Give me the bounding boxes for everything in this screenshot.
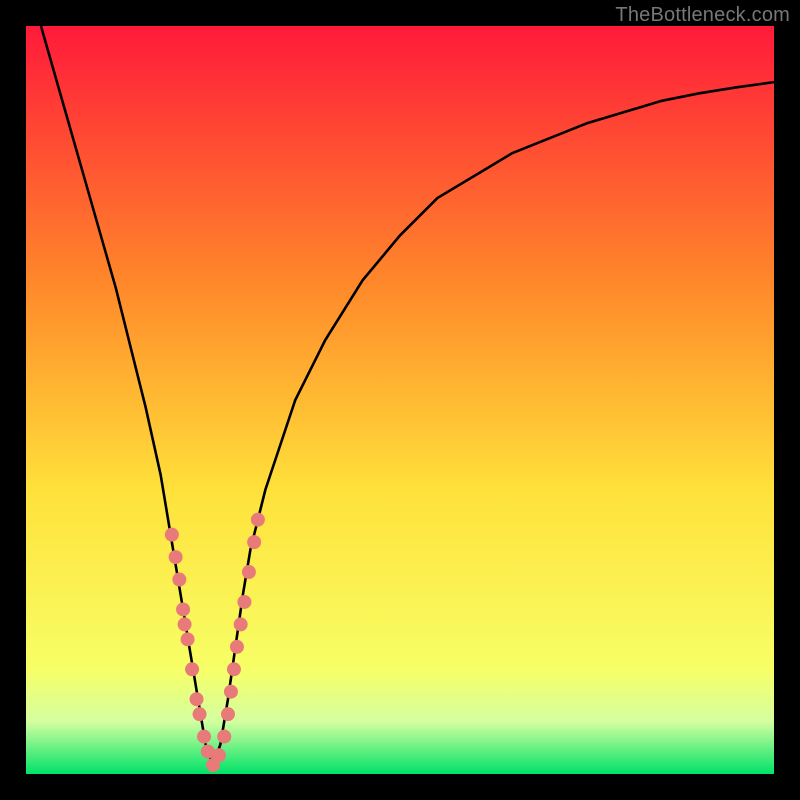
data-marker [185,662,199,676]
data-marker [190,692,204,706]
data-marker [242,565,256,579]
data-marker [165,528,179,542]
data-marker [193,707,207,721]
data-marker [224,685,238,699]
data-marker [181,632,195,646]
data-marker [169,550,183,564]
bottleneck-chart [26,26,774,774]
data-marker [197,730,211,744]
data-marker [234,617,248,631]
data-marker [251,513,265,527]
data-marker [221,707,235,721]
data-marker [230,640,244,654]
gradient-background [26,26,774,774]
watermark-text: TheBottleneck.com [615,4,790,27]
data-marker [227,662,241,676]
data-marker [237,595,251,609]
data-marker [178,617,192,631]
data-marker [176,602,190,616]
data-marker [172,573,186,587]
data-marker [247,535,261,549]
data-marker [217,730,231,744]
chart-frame [26,26,774,774]
data-marker [212,748,226,762]
